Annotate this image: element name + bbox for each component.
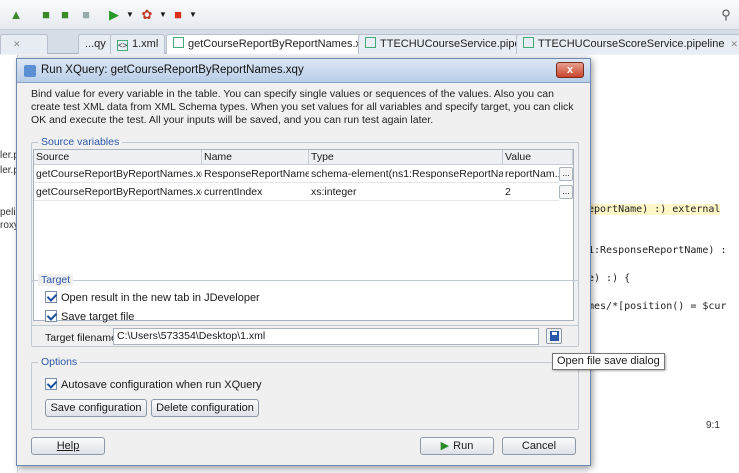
help-button[interactable]: Help — [31, 437, 105, 455]
tab-label: getCourseReportByReportNames.xqy — [188, 38, 373, 50]
tab-label: TTECHUCourseService.pipeline — [380, 38, 538, 50]
checkbox-label: Autosave configuration when run XQuery — [61, 379, 262, 391]
save-target-file-checkbox[interactable]: Save target file — [45, 310, 134, 324]
save-dialog-icon[interactable] — [546, 328, 562, 344]
tab-label: ...qy — [85, 38, 106, 50]
table-cell-source[interactable]: getCourseReportByReportNames.xqy — [34, 166, 202, 183]
group-label: Options — [38, 356, 81, 368]
main-toolbar: ▲ ■ ■ ■ ▶ ▼ ✿ ▼ ■ ▼ ⚲ — [0, 0, 739, 30]
code-line: eportName) :) external — [588, 204, 721, 215]
code-line: mes/*[position() = $cur — [588, 301, 727, 312]
pipeline-icon — [523, 37, 534, 48]
run-button[interactable]: ▶ Run — [420, 437, 494, 455]
checkbox-checked-icon[interactable] — [45, 291, 57, 303]
table-cell-type[interactable]: xs:integer — [309, 184, 503, 201]
deploy-icon[interactable]: ▲ — [8, 7, 24, 23]
delete-configuration-button[interactable]: Delete configuration — [151, 399, 259, 417]
dialog-titlebar[interactable]: Run XQuery: getCourseReportByReportNames… — [17, 59, 590, 83]
tab-1-xml[interactable]: <> 1.xml — [110, 34, 166, 54]
tab-label: TTECHUCourseScoreService.pipeline — [538, 38, 725, 50]
run-label: Run — [453, 440, 474, 452]
debug-icon[interactable]: ✿ — [139, 7, 155, 23]
run-icon[interactable]: ▶ — [106, 7, 122, 23]
stop-dropdown-icon[interactable]: ▼ — [185, 7, 201, 23]
tab-course-score-service[interactable]: TTECHUCourseScoreService.pipeline ✕ — [516, 34, 739, 54]
cancel-button[interactable]: Cancel — [502, 437, 576, 455]
stop-icon[interactable]: ■ — [170, 7, 186, 23]
run-icon: ▶ — [440, 440, 450, 452]
make-icon[interactable]: ■ — [78, 7, 94, 23]
cursor-position: 9:1 — [706, 420, 720, 431]
code-line: 1:ResponseReportName) : — [588, 245, 727, 256]
dialog-description: Bind value for every variable in the tab… — [31, 88, 574, 126]
tab-xqy[interactable]: ...qy — [78, 34, 113, 54]
target-filename-input[interactable]: C:\Users\573354\Desktop\1.xml — [113, 328, 539, 345]
close-icon[interactable]: ✕ — [13, 39, 21, 49]
help-label: Help — [56, 440, 80, 452]
close-icon[interactable]: ✕ — [730, 39, 738, 49]
group-label: Source variables — [38, 136, 123, 148]
rebuild-icon[interactable]: ■ — [57, 7, 73, 23]
save-dialog-tooltip: Open file save dialog — [552, 353, 665, 370]
checkbox-label: Open result in the new tab in JDeveloper — [61, 292, 260, 304]
target-filename-label: Target filename: — [45, 332, 120, 344]
run-xquery-dialog: Run XQuery: getCourseReportByReportNames… — [16, 58, 591, 466]
checkbox-checked-icon[interactable] — [45, 378, 57, 390]
column-header[interactable]: Type — [309, 150, 503, 165]
table-cell-name[interactable]: ResponseReportName — [202, 166, 309, 183]
debug-dropdown-icon[interactable]: ▼ — [155, 7, 171, 23]
table-cell-name[interactable]: currentIndex — [202, 184, 309, 201]
build-icon[interactable]: ■ — [38, 7, 54, 23]
code-line: e) :) { — [588, 273, 631, 284]
column-header[interactable]: Name — [202, 150, 309, 165]
close-button[interactable]: x — [556, 62, 584, 78]
edit-value-button[interactable]: ... — [559, 185, 573, 199]
editor-tabbar: ✕ ...qy <> 1.xml getCourseReportByReportN… — [0, 30, 739, 54]
options-group: Options — [31, 356, 579, 430]
edit-value-button[interactable]: ... — [559, 167, 573, 181]
column-header[interactable]: Source — [34, 150, 202, 165]
checkbox-checked-icon[interactable] — [45, 310, 57, 322]
checkbox-label: Save target file — [61, 311, 135, 323]
open-in-new-tab-checkbox[interactable]: Open result in the new tab in JDeveloper — [45, 291, 260, 305]
dialog-title: Run XQuery: getCourseReportByReportNames… — [41, 64, 304, 76]
code-editor[interactable] — [588, 55, 739, 473]
column-header[interactable]: Value — [503, 150, 573, 165]
table-cell-value[interactable]: 2 — [503, 184, 559, 201]
autosave-checkbox[interactable]: Autosave configuration when run XQuery — [45, 378, 262, 392]
table-cell-value[interactable]: reportNam... — [503, 166, 559, 183]
xml-file-icon: <> — [117, 40, 128, 51]
tab-label: 1.xml — [132, 38, 159, 50]
save-configuration-button[interactable]: Save configuration — [45, 399, 147, 417]
tab-collapsed[interactable]: ✕ — [0, 34, 48, 54]
table-cell-type[interactable]: schema-element(ns1:ResponseReportName) — [309, 166, 503, 183]
table-cell-source[interactable]: getCourseReportByReportNames.xqy — [34, 184, 202, 201]
xquery-file-icon — [173, 37, 184, 48]
pipeline-icon — [365, 37, 376, 48]
group-label: Target — [38, 274, 74, 286]
app-icon — [24, 65, 36, 77]
run-dropdown-icon[interactable]: ▼ — [122, 7, 138, 23]
search-icon[interactable]: ⚲ — [718, 7, 734, 23]
